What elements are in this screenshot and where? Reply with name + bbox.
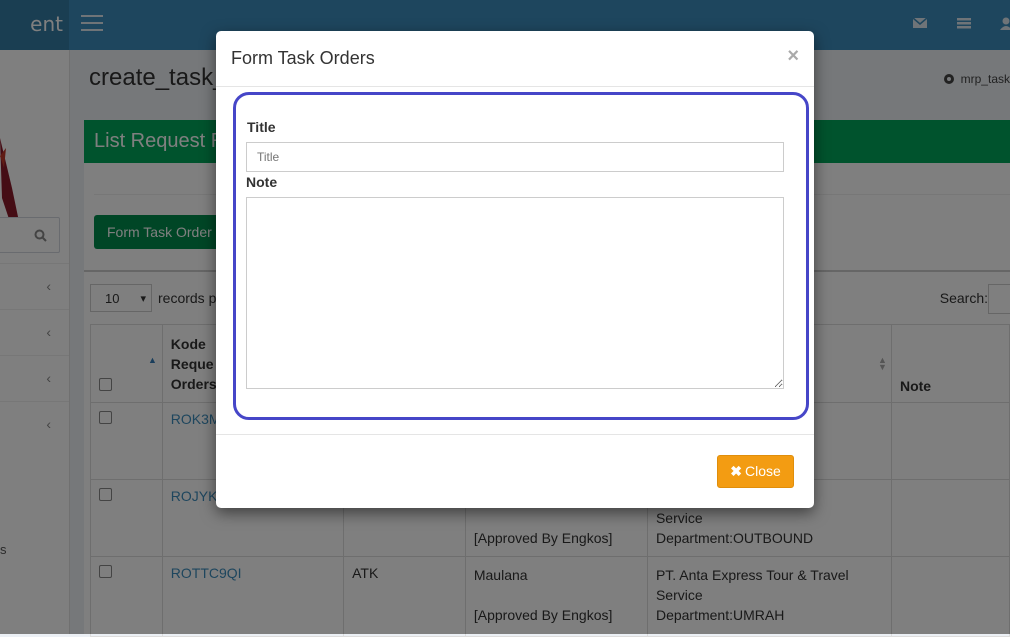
modal-header: Form Task Orders × <box>216 31 814 87</box>
modal-footer: ✖ Close <box>216 434 814 509</box>
close-button-label: Close <box>744 463 781 479</box>
title-label: Title <box>247 119 276 135</box>
close-x-icon: ✖ <box>730 463 742 479</box>
close-icon[interactable]: × <box>787 45 799 68</box>
form-task-orders-modal: Form Task Orders × Title Note ✖Close <box>216 31 814 508</box>
note-textarea[interactable] <box>246 197 784 389</box>
close-button[interactable]: ✖ Close <box>717 455 794 488</box>
modal-title: Form Task Orders <box>231 48 375 68</box>
title-input[interactable] <box>246 142 784 172</box>
note-label: Note <box>246 174 278 190</box>
